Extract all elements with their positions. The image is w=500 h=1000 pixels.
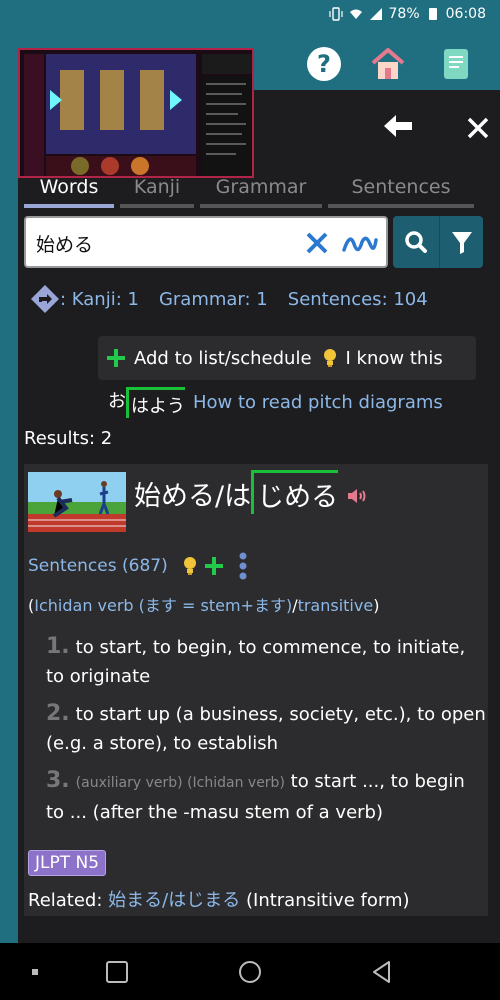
search-input[interactable] [36, 228, 296, 258]
pitch-example: お はよう [108, 386, 185, 418]
pitch-diagram-help-link[interactable]: How to read pitch diagrams [193, 392, 443, 413]
system-nav-bar [0, 943, 500, 1000]
sentences-count-link[interactable]: Sentences: 104 [288, 289, 428, 310]
related-label: Related: [28, 890, 103, 911]
lightbulb-icon[interactable] [182, 556, 198, 576]
direction-diamond-icon[interactable] [30, 284, 60, 314]
tab-kanji[interactable]: Kanji [120, 172, 194, 208]
definition-number: 1. [46, 634, 70, 659]
search-icon [405, 231, 427, 253]
definition-tags: (auxiliary verb) (Ichidan verb) [75, 775, 285, 791]
clock: 06:08 [445, 6, 486, 22]
plus-icon[interactable] [106, 348, 126, 368]
filter-button[interactable] [439, 216, 483, 268]
definition: 3. (auxiliary verb) (Ichidan verb) to sta… [46, 766, 486, 827]
definition-number: 2. [46, 701, 70, 726]
related-word-link[interactable]: 始まる/はじまる [108, 890, 240, 911]
battery-icon [428, 8, 437, 20]
lightbulb-icon[interactable] [322, 348, 338, 368]
sentences-link[interactable]: Sentences (687) [28, 556, 168, 576]
speaker-icon[interactable] [346, 486, 368, 506]
part-of-speech: (Ichidan verb (ます = stem+ます)/transitive) [28, 592, 379, 616]
overview-icon[interactable] [104, 959, 130, 985]
word-image [28, 472, 126, 532]
headword: 始める/は じめる [134, 470, 368, 514]
home-icon[interactable] [370, 46, 406, 82]
plus-icon[interactable] [204, 556, 224, 576]
status-bar: 78% 06:08 [0, 0, 500, 34]
tab-bar: Words Kanji Grammar Sentences [24, 172, 486, 208]
back-arrow-icon[interactable] [384, 114, 412, 138]
headword-kanji-and-low: 始める/は [134, 481, 252, 512]
definition: 1. to start, to begin, to commence, to in… [46, 632, 486, 691]
back-nav-icon[interactable] [369, 959, 395, 985]
wifi-icon [349, 9, 362, 19]
result-card: 始める/は じめる Sentences (687) (Ichidan verb … [24, 464, 488, 916]
search-box [24, 216, 388, 268]
close-icon[interactable] [466, 116, 490, 140]
result-counts: : Kanji: 1 Grammar: 1 Sentences: 104 [30, 284, 428, 314]
left-edge [0, 90, 18, 943]
recent-dot-icon[interactable] [22, 959, 48, 985]
handwriting-icon[interactable] [342, 230, 378, 256]
related-note: (Intransitive form) [245, 890, 410, 911]
book-icon[interactable] [438, 46, 474, 82]
pos-transitive-link[interactable]: transitive [298, 596, 374, 615]
headword-high-part: じめる [251, 470, 339, 514]
battery-percent: 78% [388, 6, 420, 22]
results-count: Results: 2 [24, 428, 113, 449]
pos-ichidan-link[interactable]: Ichidan verb (ます = stem+ます) [34, 596, 292, 615]
jlpt-badge[interactable]: JLPT N5 [28, 850, 107, 876]
definition-number: 3. [46, 768, 70, 793]
tab-grammar[interactable]: Grammar [200, 172, 322, 208]
grammar-count-link[interactable]: Grammar: 1 [159, 289, 268, 310]
search-button[interactable] [393, 216, 439, 268]
vibrate-icon [328, 7, 343, 21]
svg-text:?: ? [317, 50, 331, 78]
tab-sentences[interactable]: Sentences [328, 172, 474, 208]
kanji-count-link[interactable]: : Kanji: 1 [60, 289, 139, 310]
more-vert-icon[interactable] [238, 552, 248, 580]
related-row: Related: 始まる/はじまる (Intransitive form) [28, 886, 410, 912]
add-to-list-button[interactable]: Add to list/schedule [134, 348, 312, 369]
pitch-high: はよう [126, 386, 185, 418]
sentence-row: Sentences (687) [28, 552, 248, 580]
video-player[interactable] [18, 48, 254, 178]
clear-icon[interactable] [304, 230, 330, 256]
home-nav-icon[interactable] [237, 959, 263, 985]
definition-text: to start, to begin, to commence, to init… [46, 637, 466, 687]
pitch-low: お [108, 390, 126, 412]
filter-icon [452, 232, 472, 254]
action-bar: Add to list/schedule I know this [98, 336, 476, 380]
definition-text: to start up (a business, society, etc.),… [46, 704, 486, 754]
definitions-list: 1. to start, to begin, to commence, to in… [46, 632, 486, 835]
help-icon[interactable]: ? [306, 46, 342, 82]
signal-icon [369, 8, 382, 20]
definition: 2. to start up (a business, society, etc.… [46, 699, 486, 758]
i-know-this-button[interactable]: I know this [346, 348, 443, 369]
pitch-help-row: お はよう How to read pitch diagrams [108, 384, 443, 420]
video-frame-image [20, 50, 252, 176]
tab-words[interactable]: Words [24, 172, 114, 208]
pos-close-paren: ) [373, 596, 380, 615]
